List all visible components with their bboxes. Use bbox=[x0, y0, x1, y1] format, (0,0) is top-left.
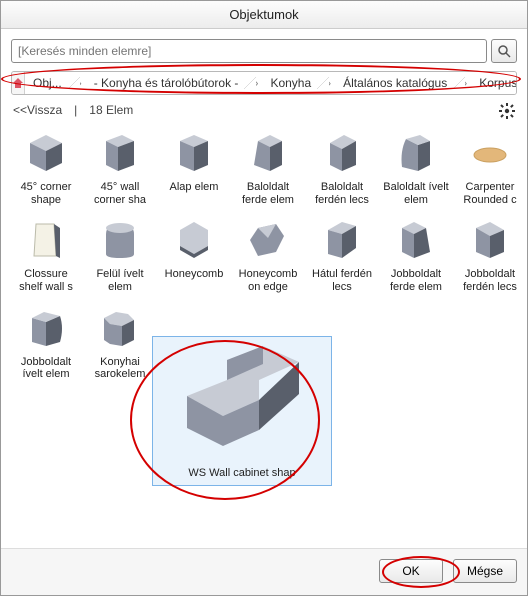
window-title: Objektumok bbox=[229, 7, 298, 22]
item-label: Jobboldalt ferdén lecs bbox=[457, 268, 523, 293]
item-label: Jobboldalt ívelt elem bbox=[13, 356, 79, 381]
thumbnail-icon bbox=[94, 302, 146, 354]
item-label: 45° corner shape bbox=[13, 181, 79, 206]
grid-item[interactable]: Honeycomb bbox=[159, 212, 229, 295]
cancel-button[interactable]: Mégse bbox=[453, 559, 517, 583]
breadcrumb-seg-3[interactable]: Általános katalógus bbox=[335, 72, 459, 94]
breadcrumb-seg-0[interactable]: Obj... bbox=[25, 72, 74, 94]
gear-icon bbox=[499, 103, 515, 119]
grid-item[interactable]: Alap elem bbox=[159, 125, 229, 208]
breadcrumb-seg-4[interactable]: Korpusz formák bbox=[471, 72, 517, 94]
divider: | bbox=[74, 103, 77, 117]
thumbnail-icon bbox=[20, 302, 72, 354]
grid-item[interactable]: 45° wall corner sha bbox=[85, 125, 155, 208]
ok-button[interactable]: OK bbox=[379, 559, 443, 583]
grid-item[interactable]: Baloldalt ferdén lecs bbox=[307, 125, 377, 208]
thumbnail-icon bbox=[20, 127, 72, 179]
item-label: Alap elem bbox=[161, 181, 227, 194]
grid-item[interactable]: 45° corner shape bbox=[11, 125, 81, 208]
thumbnail-icon bbox=[464, 214, 516, 266]
button-bar: OK Mégse bbox=[1, 548, 527, 595]
selection-caption: WS Wall cabinet shap bbox=[153, 465, 331, 481]
title-bar: Objektumok bbox=[1, 1, 527, 29]
search-input[interactable] bbox=[11, 39, 487, 63]
thumbnail-icon bbox=[94, 127, 146, 179]
settings-button[interactable] bbox=[499, 103, 515, 119]
thumbnail-icon bbox=[168, 214, 220, 266]
grid-item[interactable]: Jobboldalt ferde elem bbox=[381, 212, 451, 295]
grid-item[interactable]: Baloldalt ferde elem bbox=[233, 125, 303, 208]
breadcrumb-label: Konyha bbox=[270, 76, 311, 90]
item-count: 18 Elem bbox=[89, 103, 133, 117]
search-icon bbox=[497, 44, 511, 58]
breadcrumb-label: Általános katalógus bbox=[343, 76, 447, 90]
grid-item[interactable]: Jobboldalt ívelt elem bbox=[11, 300, 81, 383]
thumbnail-icon bbox=[94, 214, 146, 266]
item-label: Jobboldalt ferde elem bbox=[383, 268, 449, 293]
thumbnail-icon bbox=[390, 214, 442, 266]
item-label: Hátul ferdén lecs bbox=[309, 268, 375, 293]
thumbnail-icon bbox=[464, 127, 516, 179]
grid-item[interactable]: Konyhai sarokelem bbox=[85, 300, 155, 383]
item-label: Konyhai sarokelem bbox=[87, 356, 153, 381]
search-row bbox=[11, 39, 517, 63]
thumbnail-icon bbox=[20, 214, 72, 266]
breadcrumb-home[interactable] bbox=[12, 72, 25, 94]
dialog-window: Objektumok Obj... › - Konyha és tárolóbú… bbox=[0, 0, 528, 596]
home-icon bbox=[12, 77, 24, 89]
grid-item[interactable]: Jobboldalt ferdén lecs bbox=[455, 212, 525, 295]
item-label: 45° wall corner sha bbox=[87, 181, 153, 206]
breadcrumb-label: Korpusz formák bbox=[479, 76, 517, 90]
breadcrumb-label: Obj... bbox=[33, 76, 62, 90]
thumbnail-icon bbox=[242, 127, 294, 179]
item-label: Baloldalt ferde elem bbox=[235, 181, 301, 206]
item-label: Clossure shelf wall s bbox=[13, 268, 79, 293]
item-label: Felül ívelt elem bbox=[87, 268, 153, 293]
grid-item[interactable]: Hátul ferdén lecs bbox=[307, 212, 377, 295]
breadcrumb-seg-2[interactable]: Konyha bbox=[262, 72, 323, 94]
item-label: Carpenter Rounded c bbox=[457, 181, 523, 206]
thumbnail-icon bbox=[242, 214, 294, 266]
grid-item[interactable]: Clossure shelf wall s bbox=[11, 212, 81, 295]
thumbnail-icon bbox=[168, 127, 220, 179]
grid-item[interactable]: Felül ívelt elem bbox=[85, 212, 155, 295]
item-label: Baloldalt ferdén lecs bbox=[309, 181, 375, 206]
selection-thumbnail-icon bbox=[153, 337, 331, 465]
grid-item[interactable]: Honeycomb on edge bbox=[233, 212, 303, 295]
dialog-content: Obj... › - Konyha és tárolóbútorok - › K… bbox=[1, 29, 527, 548]
selection-preview[interactable]: WS Wall cabinet shap bbox=[152, 336, 332, 486]
grid-item[interactable]: Carpenter Rounded c bbox=[455, 125, 525, 208]
search-button[interactable] bbox=[491, 39, 517, 63]
thumbnail-icon bbox=[316, 127, 368, 179]
item-label: Honeycomb on edge bbox=[235, 268, 301, 293]
meta-row: <<Vissza | 18 Elem bbox=[13, 103, 517, 117]
breadcrumb: Obj... › - Konyha és tárolóbútorok - › K… bbox=[11, 71, 517, 95]
breadcrumb-seg-1[interactable]: - Konyha és tárolóbútorok - bbox=[86, 72, 251, 94]
item-label: Honeycomb bbox=[161, 268, 227, 281]
thumbnail-icon bbox=[390, 127, 442, 179]
thumbnail-icon bbox=[316, 214, 368, 266]
grid-item[interactable]: Baloldalt ívelt elem bbox=[381, 125, 451, 208]
back-link[interactable]: <<Vissza bbox=[13, 103, 62, 117]
item-label: Baloldalt ívelt elem bbox=[383, 181, 449, 206]
breadcrumb-label: - Konyha és tárolóbútorok - bbox=[94, 76, 239, 90]
